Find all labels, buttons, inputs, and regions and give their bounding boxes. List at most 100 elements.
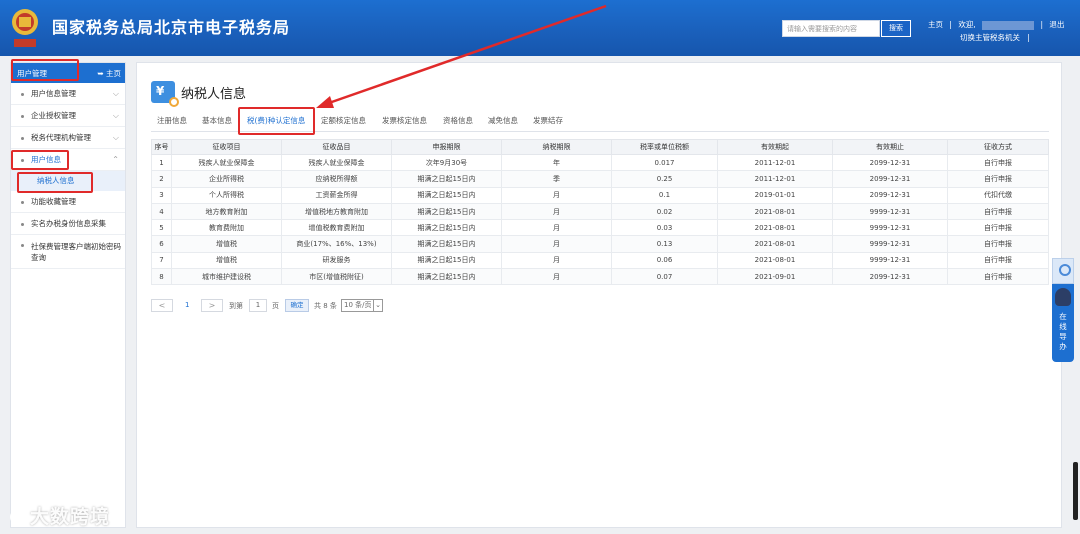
tab-quota-info[interactable]: 定额核定信息 — [321, 115, 366, 127]
chevron-down-icon: ⌵ — [112, 133, 119, 142]
chevron-down-icon: ⌵ — [112, 111, 119, 120]
table-row: 1 残疾人就业保障金 残疾人就业保障金 次年9月30号年 0.017 2011-12-01… — [151, 153, 1049, 172]
tab-basic-info[interactable]: 基本信息 — [202, 115, 232, 127]
table-cell: 次年9月30号 — [391, 153, 502, 172]
column-header: 申报期限 — [391, 139, 502, 155]
table-cell: 5 — [151, 219, 172, 237]
sidebar-item-social-security-password[interactable]: 社保费管理客户端初始密码查询 — [11, 235, 125, 269]
tab-registration-info[interactable]: 注册信息 — [157, 115, 187, 127]
sidebar-home-link[interactable]: ➥ 主页 — [97, 68, 121, 79]
table-row: 8 城市维护建设税 市区(增值税附征) 期满之日起15日内月 0.07 2021-09-0… — [151, 268, 1049, 286]
sidebar-item-user-info[interactable]: 用户信息 ⌃ — [11, 149, 125, 171]
table-cell: 应纳税所得额 — [281, 170, 392, 188]
scrollbar-thumb[interactable] — [1073, 462, 1078, 520]
page-size-select[interactable]: 10 条/页 ⌄ — [341, 299, 383, 312]
table-cell: 残疾人就业保障金 — [171, 153, 282, 172]
tax-emblem-icon — [12, 9, 38, 47]
sidebar-item-realname-collection[interactable]: 实名办税身份信息采集 — [11, 213, 125, 235]
table-cell: 3 — [151, 186, 172, 204]
site-title: 国家税务总局北京市电子税务局 — [52, 18, 291, 37]
table-row: 3 个人所得税 工资薪金所得 期满之日起15日内月 0.1 2019-01-01 2099-… — [151, 186, 1049, 204]
page-unit-label: 页 — [272, 302, 279, 310]
table-cell: 2021-08-01 — [717, 202, 833, 221]
column-header: 征收项目 — [171, 139, 282, 155]
agent-avatar-icon — [1055, 288, 1071, 306]
table-cell: 自行申报 — [947, 235, 1049, 253]
watermark-logo-icon — [10, 509, 26, 525]
search-input[interactable]: 请输入需要搜索的内容 — [782, 20, 880, 37]
switch-tax-authority-link[interactable]: 切换主管税务机关 | — [960, 32, 1030, 43]
confirm-page-button[interactable]: 确定 — [285, 299, 309, 312]
table-cell: 2099-12-31 — [832, 153, 948, 172]
tab-invoice-verification[interactable]: 发票核定信息 — [382, 115, 427, 127]
table-cell: 个人所得税 — [171, 186, 282, 204]
table-cell: 工资薪金所得 — [281, 186, 392, 204]
column-header: 税率或单位税额 — [611, 139, 718, 155]
sidebar-item-favorites[interactable]: 功能收藏管理 — [11, 191, 125, 213]
table-cell: 2011-12-01 — [717, 170, 833, 188]
table-cell: 自行申报 — [947, 202, 1049, 221]
table-cell: 2099-12-31 — [832, 170, 948, 188]
table-cell: 期满之日起15日内 — [391, 235, 502, 253]
separator: | — [949, 20, 952, 29]
table-cell: 0.13 — [611, 235, 718, 253]
table-cell: 2019-01-01 — [717, 186, 833, 204]
table-cell: 增值税 — [171, 235, 282, 253]
column-header: 序号 — [151, 139, 172, 155]
page-title: 纳税人信息 — [181, 87, 247, 102]
table-cell: 期满之日起15日内 — [391, 219, 502, 237]
table-cell: 期满之日起15日内 — [391, 202, 502, 221]
page-size-value: 10 条/页 — [344, 301, 372, 309]
table-cell: 期满之日起15日内 — [391, 170, 502, 188]
sidebar-title[interactable]: 用户管理 — [17, 68, 47, 79]
table-cell: 月 — [501, 268, 612, 286]
column-header: 征收方式 — [947, 139, 1049, 155]
online-guide-widget[interactable]: 在线导办 — [1052, 258, 1074, 364]
welcome-text: 欢迎, — [958, 20, 976, 29]
sidebar-home-label[interactable]: 主页 — [106, 69, 121, 78]
sidebar-item-enterprise-authorization[interactable]: 企业授权管理 ⌵ — [11, 105, 125, 127]
table-row: 4 地方教育附加 增值税地方教育附加 期满之日起15日内月 0.02 2021-08-01… — [151, 202, 1049, 221]
table-cell: 期满之日起15日内 — [391, 186, 502, 204]
table-cell: 9999-12-31 — [832, 251, 948, 270]
switch-label[interactable]: 切换主管税务机关 — [960, 33, 1020, 42]
logout-link[interactable]: 退出 — [1049, 20, 1064, 29]
table-row: 7 增值税 研发服务 期满之日起15日内月 0.06 2021-08-01 9999-12-… — [151, 251, 1049, 270]
current-page-number[interactable]: 1 — [185, 301, 189, 309]
online-guide-button[interactable]: 在线导办 — [1052, 284, 1074, 362]
table-cell: 7 — [151, 251, 172, 270]
prev-page-button[interactable]: < — [151, 299, 173, 312]
table-cell: 自行申报 — [947, 251, 1049, 270]
search-button[interactable]: 搜索 — [881, 20, 911, 37]
top-links: 主页 | 欢迎, | 退出 — [928, 19, 1068, 30]
table-cell: 0.02 — [611, 202, 718, 221]
table-row: 2 企业所得税 应纳税所得额 期满之日起15日内季 0.25 2011-12-01 2099… — [151, 170, 1049, 188]
tab-qualification-info[interactable]: 资格信息 — [443, 115, 473, 127]
top-header: 国家税务总局北京市电子税务局 请输入需要搜索的内容 搜索 主页 | 欢迎, | … — [0, 0, 1080, 56]
table-header-row: 序号 征收项目 征收品目 申报期限 纳税期限 税率或单位税额 有效期起 有效期止… — [151, 139, 1049, 155]
sidebar-item-tax-agency[interactable]: 税务代理机构管理 ⌵ — [11, 127, 125, 149]
next-page-button[interactable]: > — [201, 299, 223, 312]
chevron-up-icon: ⌃ — [112, 155, 119, 164]
table-cell: 2099-12-31 — [832, 186, 948, 204]
tab-invoice-balance[interactable]: 发票结存 — [533, 115, 563, 127]
user-service-icon[interactable] — [1052, 258, 1074, 284]
column-header: 有效期止 — [832, 139, 948, 155]
tab-tax-type-info[interactable]: 税(费)种认定信息 — [247, 115, 305, 127]
sidebar-subitem-taxpayer-info[interactable]: 纳税人信息 — [11, 171, 125, 191]
table-cell: 0.017 — [611, 153, 718, 172]
watermark: 大数跨境 — [10, 502, 110, 529]
table-cell: 9999-12-31 — [832, 202, 948, 221]
page-number-input[interactable]: 1 — [249, 299, 267, 312]
tab-exemption-info[interactable]: 减免信息 — [488, 115, 518, 127]
username-redacted — [982, 20, 1035, 30]
taxpayer-info-icon — [151, 81, 179, 107]
table-cell: 自行申报 — [947, 170, 1049, 188]
table-cell: 年 — [501, 153, 612, 172]
total-count: 共 8 条 — [314, 302, 337, 310]
table-cell: 月 — [501, 202, 612, 221]
sidebar-item-user-info-management[interactable]: 用户信息管理 ⌵ — [11, 83, 125, 105]
sidebar-item-label: 企业授权管理 — [31, 111, 76, 120]
table-row: 5 教育费附加 增值税教育费附加 期满之日起15日内月 0.03 2021-08-01 99… — [151, 219, 1049, 237]
home-link[interactable]: 主页 — [928, 20, 943, 29]
